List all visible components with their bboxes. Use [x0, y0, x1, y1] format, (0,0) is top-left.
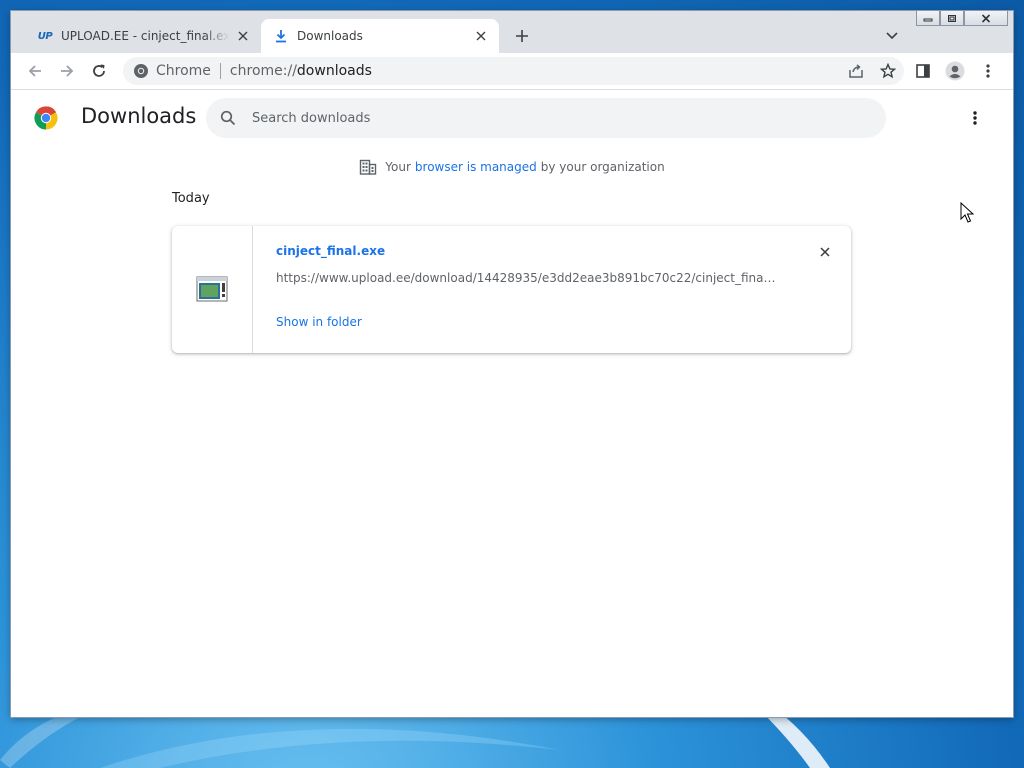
- executable-file-icon: [196, 276, 228, 301]
- restore-button[interactable]: [940, 11, 964, 26]
- url-scheme: chrome://: [229, 63, 297, 79]
- browser-menu-icon[interactable]: [978, 61, 998, 81]
- download-file-name-link[interactable]: cinject_final.exe: [276, 244, 385, 258]
- managed-suffix: by your organization: [540, 160, 665, 174]
- share-icon[interactable]: [840, 63, 872, 79]
- date-section-header: Today: [172, 191, 210, 206]
- close-window-button[interactable]: [964, 11, 1008, 26]
- remove-download-close-icon[interactable]: [816, 243, 834, 261]
- file-icon-column: [172, 226, 253, 353]
- reload-icon[interactable]: [89, 61, 109, 81]
- search-downloads-box: [206, 98, 886, 138]
- mouse-cursor-icon: [960, 202, 974, 223]
- url-host: downloads: [296, 63, 372, 79]
- tab-title: Downloads: [297, 29, 363, 43]
- chrome-page-icon: [133, 63, 149, 79]
- tab-title: UPLOAD.EE - cinject_final.exe - Download: [61, 29, 229, 43]
- downloads-more-actions-icon[interactable]: [965, 108, 985, 128]
- address-bar[interactable]: Chrome chrome://downloads: [123, 57, 904, 85]
- forward-arrow-icon[interactable]: [57, 61, 77, 81]
- minimize-button[interactable]: [916, 11, 940, 26]
- tab-search-chevron-icon[interactable]: [883, 27, 901, 45]
- search-icon: [218, 108, 238, 128]
- omnibox-separator: [219, 63, 221, 79]
- browser-managed-link[interactable]: browser is managed: [415, 160, 537, 174]
- chrome-window: UP UPLOAD.EE - cinject_final.exe - Downl…: [11, 11, 1013, 717]
- tab-upload-ee[interactable]: UP UPLOAD.EE - cinject_final.exe - Downl…: [25, 19, 261, 53]
- close-tab-icon[interactable]: [473, 28, 489, 44]
- chrome-chip-label: Chrome: [156, 63, 211, 79]
- close-tab-icon[interactable]: [235, 28, 251, 44]
- downloads-header: Downloads: [11, 90, 1013, 146]
- search-downloads-input[interactable]: [250, 109, 854, 127]
- browser-toolbar: Chrome chrome://downloads: [11, 53, 1013, 90]
- page-title: Downloads: [81, 104, 197, 128]
- download-favicon-icon: [273, 28, 289, 44]
- omnibox-actions: [840, 57, 904, 85]
- tab-downloads[interactable]: Downloads: [261, 19, 499, 53]
- upload-ee-favicon-icon: UP: [37, 30, 53, 42]
- profile-avatar-icon[interactable]: [945, 61, 965, 81]
- side-panel-icon[interactable]: [913, 61, 933, 81]
- download-source-url[interactable]: https://www.upload.ee/download/14428935/…: [276, 271, 776, 285]
- download-item-card: cinject_final.exe https://www.upload.ee/…: [172, 226, 851, 353]
- tab-strip: UP UPLOAD.EE - cinject_final.exe - Downl…: [11, 11, 1013, 53]
- downloads-page: Downloads Your browser is managed by you…: [11, 90, 1013, 717]
- new-tab-button[interactable]: [511, 25, 533, 47]
- back-arrow-icon[interactable]: [25, 61, 45, 81]
- window-controls: [916, 11, 1008, 27]
- managed-prefix: Your: [385, 160, 411, 174]
- managed-notice: Your browser is managed by your organiza…: [11, 158, 1013, 176]
- building-icon: [359, 158, 377, 176]
- chrome-logo-icon: [34, 106, 58, 130]
- bookmark-star-icon[interactable]: [872, 63, 904, 79]
- show-in-folder-link[interactable]: Show in folder: [276, 315, 362, 329]
